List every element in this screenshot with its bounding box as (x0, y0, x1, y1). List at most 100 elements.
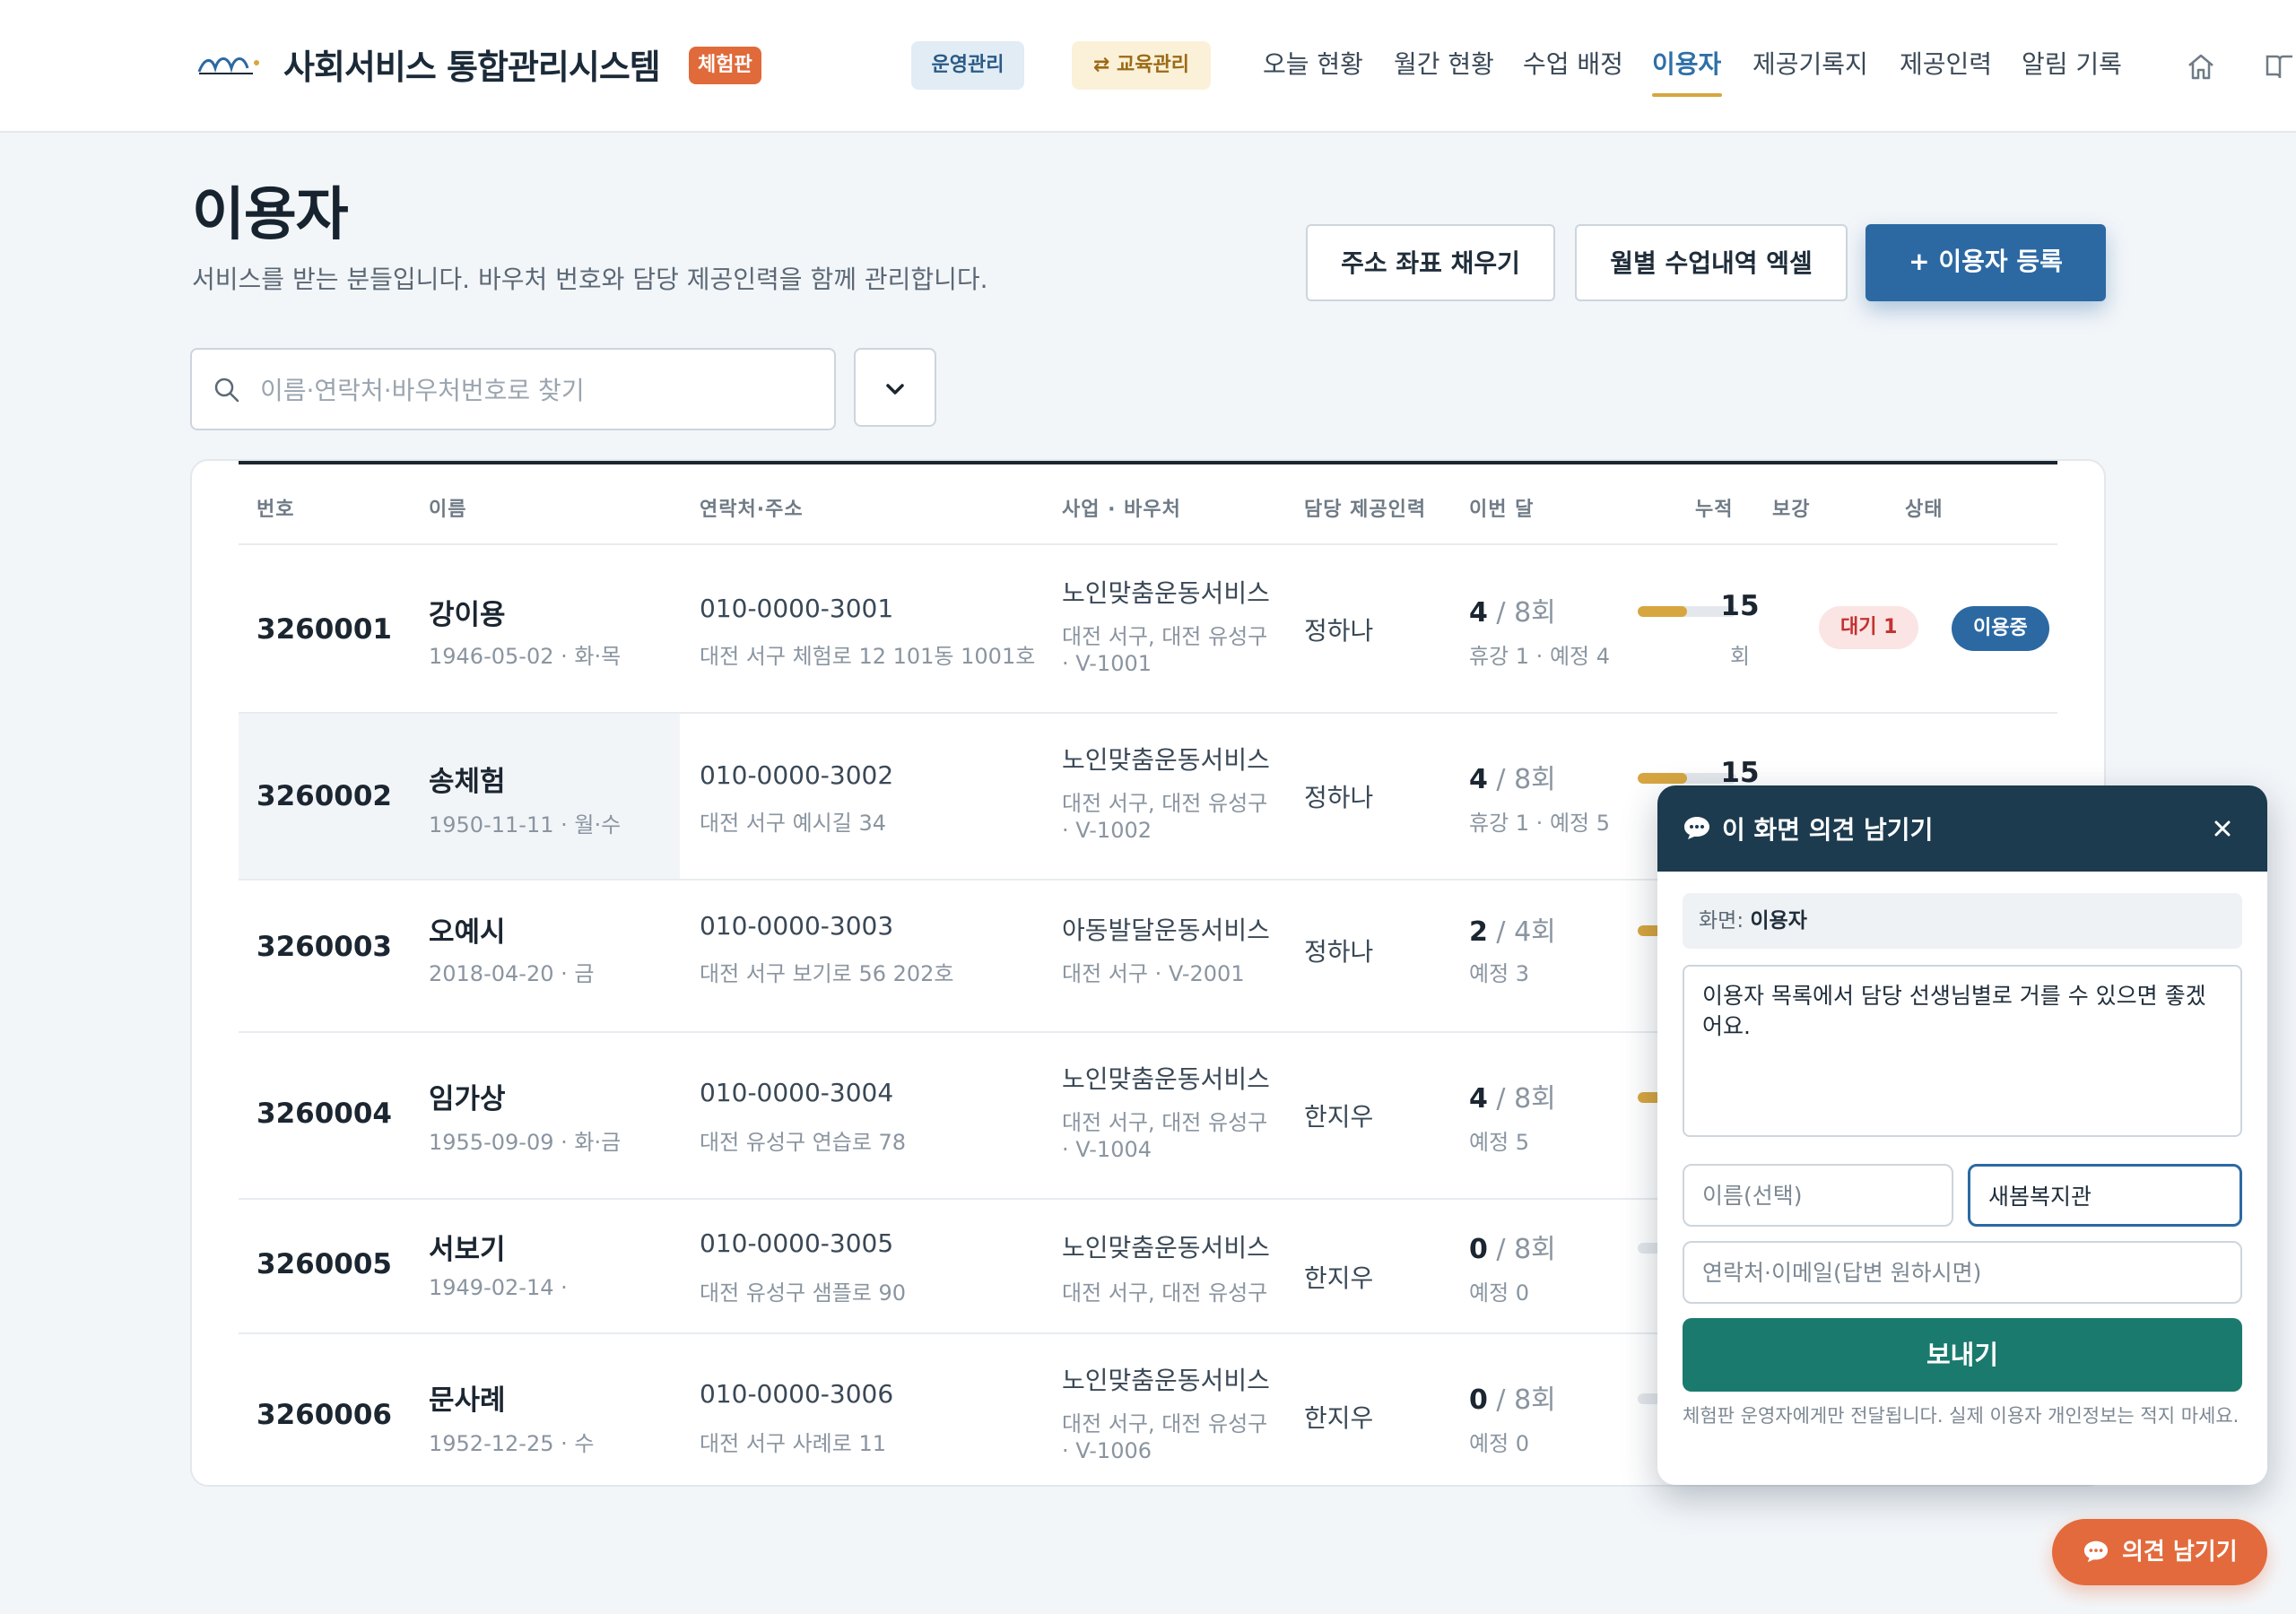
close-icon[interactable] (2206, 812, 2239, 845)
column-header-contact[interactable]: 연락처·주소 (700, 493, 804, 522)
feedback-message-textarea[interactable]: 이용자 목록에서 담당 선생님별로 거를 수 있으면 좋겠어요. (1683, 965, 2242, 1137)
column-header-status[interactable]: 상태 (1905, 493, 1943, 522)
month-total: / 8회 (1496, 764, 1556, 795)
user-address: 대전 서구 사례로 11 (700, 1431, 886, 1456)
column-header-provider[interactable]: 담당 제공인력 (1304, 493, 1426, 522)
nav-class-assignment[interactable]: 수업 배정 (1523, 45, 1623, 81)
user-name[interactable]: 서보기 (429, 1227, 506, 1267)
top-navigation-bar: 사회서비스 통합관리시스템 체험판 운영관리 ⇄ 교육관리 오늘 현황 월간 현… (0, 0, 2296, 133)
month-done: 4 (1469, 764, 1488, 795)
nav-service-records[interactable]: 제공기록지 (1752, 45, 1868, 81)
status-badge[interactable]: 이용중 (1952, 606, 2049, 651)
nav-monthly-status[interactable]: 월간 현황 (1394, 45, 1494, 81)
page-description: 서비스를 받는 분들입니다. 바우처 번호와 담당 제공인력을 함께 관리합니다… (192, 265, 988, 294)
month-progress-text: 0 / 8회 (1469, 1227, 1556, 1266)
user-voucher: · V-1002 (1062, 818, 1152, 843)
column-header-makeup[interactable]: 보강 (1772, 493, 1810, 522)
home-icon[interactable] (2185, 50, 2217, 82)
table-top-rule (239, 461, 2057, 464)
user-address: 대전 서구 보기로 56 202호 (700, 961, 954, 986)
user-phone: 010-0000-3002 (700, 760, 894, 790)
nav-notification-log[interactable]: 알림 기록 (2022, 45, 2122, 81)
chat-bubble-icon (1684, 817, 1709, 839)
column-header-business[interactable]: 사업 · 바우처 (1062, 493, 1181, 522)
brand-title[interactable]: 사회서비스 통합관리시스템 (283, 39, 661, 89)
user-name[interactable]: 문사례 (429, 1377, 506, 1418)
month-total: / 4회 (1496, 916, 1556, 948)
user-id: 3260002 (257, 780, 392, 812)
table-row[interactable]: 3260001 강이용 1946-05-02 · 화·목 010-0000-30… (239, 543, 2057, 712)
nav-today-status[interactable]: 오늘 현황 (1263, 45, 1363, 81)
screen-name: 이용자 (1750, 909, 1807, 933)
user-region: 대전 서구, 대전 유성구 (1062, 1411, 1268, 1436)
column-header-cumulative[interactable]: 누적 (1695, 493, 1733, 522)
user-name[interactable]: 임가상 (429, 1076, 506, 1116)
filter-select[interactable] (854, 348, 936, 427)
month-detail: 예정 5 (1469, 1130, 1530, 1155)
feedback-organization-input[interactable] (1968, 1164, 2242, 1227)
user-id: 3260006 (257, 1399, 392, 1431)
column-header-this-month[interactable]: 이번 달 (1469, 493, 1534, 522)
feedback-panel-header: 이 화면 의견 남기기 (1657, 785, 2267, 872)
assigned-provider: 정하나 (1304, 783, 1374, 812)
month-progress-text: 2 / 4회 (1469, 909, 1556, 949)
user-region: 대전 서구, 대전 유성구 (1062, 624, 1268, 649)
fill-address-coordinates-button[interactable]: 주소 좌표 채우기 (1306, 224, 1555, 301)
assigned-provider: 한지우 (1304, 1403, 1374, 1433)
column-header-name[interactable]: 이름 (429, 493, 466, 522)
feedback-name-input[interactable] (1683, 1164, 1953, 1227)
user-birth-days: 1955-09-09 · 화·금 (429, 1130, 622, 1155)
user-phone: 010-0000-3003 (700, 911, 894, 941)
month-done: 4 (1469, 1083, 1488, 1115)
logo-icon (197, 57, 259, 74)
user-name[interactable]: 송체험 (429, 759, 506, 799)
cumulative-count: 15 (1720, 757, 1760, 789)
monthly-class-excel-button[interactable]: 월별 수업내역 엑셀 (1575, 224, 1848, 301)
user-address: 대전 유성구 샘플로 90 (700, 1280, 907, 1306)
user-region: 대전 서구, 대전 유성구 (1062, 1110, 1268, 1135)
assigned-provider: 정하나 (1304, 937, 1374, 967)
feedback-send-button[interactable]: 보내기 (1683, 1318, 2242, 1392)
assigned-provider: 한지우 (1304, 1102, 1374, 1132)
user-business: 노인맞춤운동서비스 (1062, 1366, 1270, 1395)
user-region: 대전 서구, 대전 유성구 (1062, 791, 1268, 816)
edu-management-chip[interactable]: ⇄ 교육관리 (1072, 41, 1211, 90)
month-done: 0 (1469, 1384, 1488, 1416)
feedback-contact-input[interactable] (1683, 1241, 2242, 1304)
column-header-id[interactable]: 번호 (257, 493, 294, 522)
makeup-wait-badge[interactable]: 대기 1 (1819, 606, 1919, 649)
user-business: 노인맞춤운동서비스 (1062, 1064, 1270, 1094)
user-business: 노인맞춤운동서비스 (1062, 578, 1270, 608)
manual-book-icon[interactable] (2264, 50, 2296, 82)
user-region: 대전 서구, 대전 유성구 (1062, 1280, 1268, 1306)
month-detail: 휴강 1 · 예정 5 (1469, 811, 1611, 836)
user-business: 아동발달운동서비스 (1062, 915, 1270, 945)
register-user-button[interactable]: + 이용자 등록 (1866, 224, 2106, 301)
search-icon (214, 377, 239, 403)
user-name[interactable]: 강이용 (429, 592, 506, 632)
month-detail: 예정 3 (1469, 961, 1530, 986)
month-done: 2 (1469, 916, 1488, 948)
nav-providers[interactable]: 제공인력 (1900, 45, 1992, 81)
user-id: 3260001 (257, 613, 392, 646)
month-detail: 예정 0 (1469, 1280, 1530, 1306)
user-birth-days: 1952-12-25 · 수 (429, 1431, 595, 1456)
month-detail: 휴강 1 · 예정 4 (1469, 644, 1611, 669)
month-detail: 예정 0 (1469, 1431, 1530, 1456)
user-birth-days: 1949-02-14 · (429, 1275, 568, 1300)
nav-users[interactable]: 이용자 (1652, 45, 1721, 81)
ops-management-chip[interactable]: 운영관리 (911, 41, 1024, 90)
month-total: / 8회 (1496, 1234, 1556, 1265)
user-id: 3260003 (257, 931, 392, 963)
user-name[interactable]: 오예시 (429, 909, 506, 950)
screen-label: 화면: (1699, 909, 1744, 933)
chevron-down-icon (886, 384, 904, 395)
search-input[interactable] (260, 368, 816, 412)
month-total: / 8회 (1496, 1083, 1556, 1115)
month-done: 0 (1469, 1234, 1488, 1265)
user-voucher: · V-1001 (1062, 651, 1152, 676)
user-address: 대전 서구 체험로 12 101동 1001호 (700, 644, 1036, 669)
user-birth-days: 2018-04-20 · 금 (429, 961, 595, 986)
user-phone: 010-0000-3001 (700, 594, 894, 623)
leave-feedback-button[interactable]: 의견 남기기 (2052, 1519, 2267, 1585)
